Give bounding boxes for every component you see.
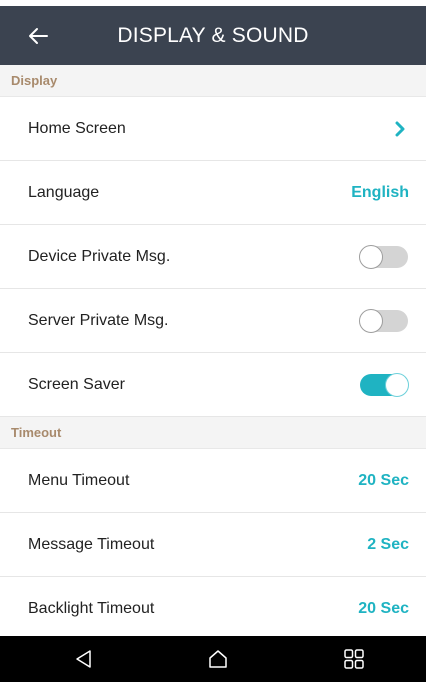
section-header-timeout: Timeout [0,417,426,449]
back-button[interactable] [18,6,58,65]
app-header: DISPLAY & SOUND [0,6,426,65]
menu-timeout-value: 20 Sec [358,472,409,489]
system-nav-bar [0,636,426,682]
screen-saver-label: Screen Saver [28,376,125,393]
row-server-private-msg: Server Private Msg. [0,289,426,353]
row-menu-timeout[interactable]: Menu Timeout 20 Sec [0,449,426,513]
row-home-screen[interactable]: Home Screen [0,97,426,161]
row-screen-saver: Screen Saver [0,353,426,417]
backlight-timeout-value: 20 Sec [358,600,409,617]
nav-back-triangle-icon [76,650,91,668]
device-private-msg-toggle[interactable] [359,245,408,269]
server-private-msg-toggle[interactable] [359,309,408,333]
row-device-private-msg: Device Private Msg. [0,225,426,289]
back-arrow-icon [29,27,48,44]
section-header-display: Display [0,65,426,97]
home-screen-label: Home Screen [28,120,126,137]
page-title: DISPLAY & SOUND [117,24,309,47]
section-label-display: Display [11,73,58,88]
nav-back-button[interactable] [54,636,114,682]
nav-home-button[interactable] [188,636,248,682]
message-timeout-label: Message Timeout [28,536,155,553]
language-label: Language [28,184,100,201]
row-message-timeout[interactable]: Message Timeout 2 Sec [0,513,426,577]
message-timeout-value: 2 Sec [367,536,409,553]
language-value: English [351,184,409,201]
menu-timeout-label: Menu Timeout [28,472,130,489]
nav-home-icon [209,650,227,668]
chevron-right-icon [395,121,405,137]
toggle-knob [359,309,383,333]
device-private-msg-label: Device Private Msg. [28,248,171,265]
nav-apps-grid-icon [344,649,364,669]
row-language[interactable]: Language English [0,161,426,225]
section-label-timeout: Timeout [11,425,62,440]
backlight-timeout-label: Backlight Timeout [28,600,155,617]
nav-apps-button[interactable] [324,636,384,682]
screen-saver-toggle[interactable] [360,373,409,397]
server-private-msg-label: Server Private Msg. [28,312,169,329]
toggle-knob [385,373,409,397]
row-backlight-timeout[interactable]: Backlight Timeout 20 Sec [0,577,426,636]
toggle-knob [359,245,383,269]
